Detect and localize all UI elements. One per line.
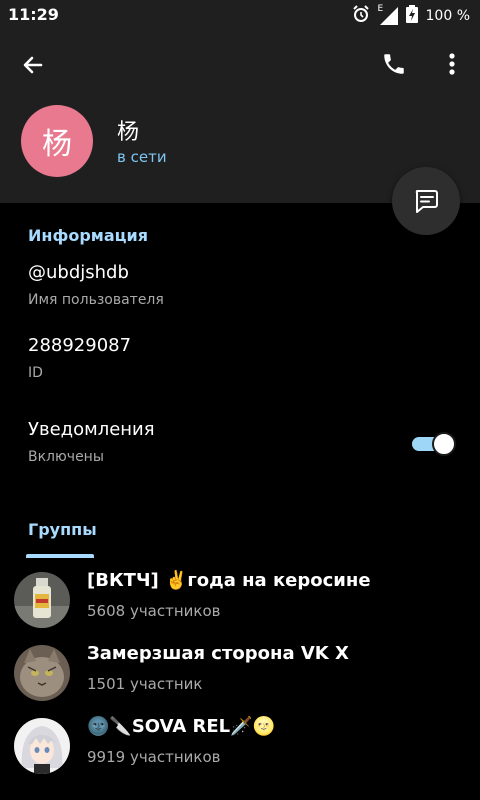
group-title: Замерзшая сторона VK X [87, 643, 349, 664]
network-type-label: E [377, 4, 384, 14]
signal-icon: E [377, 4, 398, 25]
list-item[interactable]: Замерзшая сторона VK X 1501 участник [0, 643, 480, 715]
battery-percent: 100 % [425, 8, 470, 24]
group-avatar [14, 718, 70, 774]
avatar-letter: 杨 [42, 127, 72, 162]
status-icons: E 100 % [352, 4, 470, 27]
list-item[interactable]: [ВКТЧ] ✌️года на керосине 5608 участнико… [0, 570, 480, 642]
group-members: 9919 участников [87, 748, 221, 766]
cat-photo-icon [14, 645, 70, 701]
user-id-value[interactable]: 288929087 [28, 335, 131, 356]
status-bar: 11:29 E 100 % [0, 0, 480, 28]
send-message-button[interactable] [392, 167, 460, 235]
back-button[interactable] [18, 50, 48, 80]
tab-indicator [26, 554, 94, 558]
profile-avatar[interactable]: 杨 [21, 105, 93, 177]
info-section-title: Информация [28, 226, 148, 245]
group-members: 5608 участников [87, 602, 221, 620]
notifications-state: Включены [28, 449, 104, 465]
group-members: 1501 участник [87, 675, 203, 693]
tab-groups[interactable]: Группы [28, 520, 97, 539]
online-status: в сети [117, 148, 167, 166]
profile-name: 杨 [117, 120, 140, 145]
list-item[interactable]: 🌚🔪SOVA REL🗡️🌝 9919 участников [0, 716, 480, 788]
toggle-thumb [432, 432, 456, 456]
group-avatar [14, 645, 70, 701]
message-icon [415, 190, 438, 213]
notifications-toggle[interactable] [412, 432, 456, 456]
more-options-button[interactable] [438, 48, 466, 80]
user-id-label: ID [28, 365, 43, 381]
phone-icon [384, 54, 404, 74]
arrow-left-icon [23, 56, 43, 74]
more-vertical-icon [449, 53, 455, 75]
notifications-title[interactable]: Уведомления [28, 419, 155, 440]
anime-girl-photo-icon [14, 718, 70, 774]
battery-charging-icon [405, 5, 418, 27]
status-time: 11:29 [8, 5, 59, 24]
group-title: 🌚🔪SOVA REL🗡️🌝 [87, 716, 275, 737]
call-button[interactable] [378, 48, 410, 80]
group-title: [ВКТЧ] ✌️года на керосине [87, 570, 371, 591]
group-avatar [14, 572, 70, 628]
bottle-photo-icon [14, 572, 70, 628]
alarm-icon [352, 5, 370, 27]
username-label: Имя пользователя [28, 292, 164, 308]
username-value[interactable]: @ubdjshdb [28, 262, 129, 283]
